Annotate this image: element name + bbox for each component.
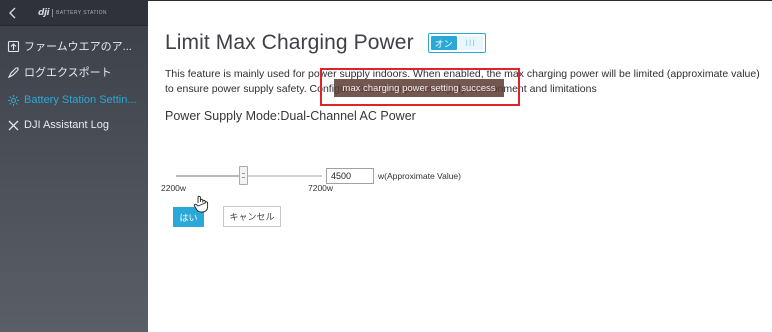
sidebar-item-label: ファームウエアのア... bbox=[24, 41, 132, 53]
page-title: Limit Max Charging Power bbox=[165, 31, 414, 54]
tools-icon bbox=[6, 118, 20, 132]
sidebar-item-battery-station-settings[interactable]: Battery Station Settin... bbox=[0, 89, 148, 111]
brand-divider bbox=[52, 9, 54, 17]
limit-power-toggle[interactable]: オン III bbox=[427, 33, 486, 53]
brand-product-name: BATTERY STATION bbox=[56, 10, 107, 16]
toggle-on-label: オン bbox=[430, 36, 457, 50]
brand: dji BATTERY STATION bbox=[38, 7, 107, 19]
toggle-off-label: III bbox=[458, 36, 483, 50]
slider-min-label: 2200w bbox=[161, 183, 187, 193]
sidebar-item-label: DJI Assistant Log bbox=[24, 119, 109, 131]
power-slider-handle[interactable] bbox=[238, 166, 248, 185]
power-slider-fill bbox=[176, 175, 244, 177]
power-value-input[interactable] bbox=[326, 168, 374, 184]
grip-icon bbox=[241, 173, 245, 178]
settings-icon bbox=[6, 93, 20, 107]
title-row: Limit Max Charging Power オン III bbox=[165, 31, 486, 55]
dji-logo: dji bbox=[38, 8, 50, 18]
unit-label: w(Approximate Value) bbox=[378, 171, 461, 181]
power-supply-mode: Power Supply Mode:Dual-Channel AC Power bbox=[165, 109, 416, 123]
sidebar-item-firmware[interactable]: ファームウエアのア... bbox=[0, 35, 148, 57]
annotation-highlight-box bbox=[320, 68, 520, 106]
firmware-icon bbox=[6, 39, 20, 53]
cancel-button[interactable]: キャンセル bbox=[223, 206, 281, 227]
hand-cursor-icon bbox=[193, 195, 209, 213]
power-slider-track[interactable] bbox=[176, 175, 322, 177]
main-panel: Limit Max Charging Power オン III This fea… bbox=[148, 0, 772, 332]
sidebar: dji BATTERY STATION ファームウエアのア... ログエクスポー… bbox=[0, 0, 148, 332]
sidebar-item-label: Battery Station Settin... bbox=[24, 94, 137, 106]
sidebar-header: dji BATTERY STATION bbox=[0, 0, 148, 26]
chevron-left-icon[interactable] bbox=[6, 6, 20, 20]
slider-max-label: 7200w bbox=[308, 183, 334, 193]
sidebar-item-log-export[interactable]: ログエクスポート bbox=[0, 61, 148, 83]
sidebar-item-label: ログエクスポート bbox=[24, 67, 112, 79]
sidebar-item-assistant-log[interactable]: DJI Assistant Log bbox=[0, 114, 148, 136]
rocket-icon bbox=[6, 65, 20, 79]
